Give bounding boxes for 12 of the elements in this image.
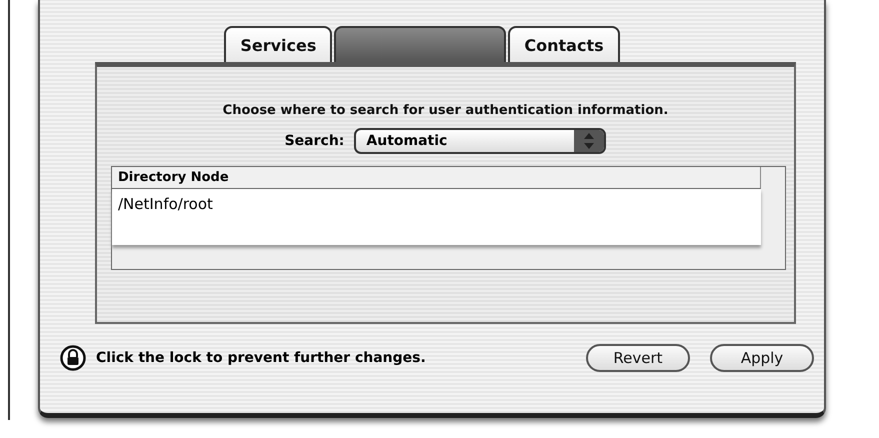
action-button[interactable]: Apply	[710, 344, 814, 372]
action-button[interactable]: Revert	[586, 344, 690, 372]
column-header[interactable]: Directory Node	[112, 167, 761, 189]
search-popup[interactable]: Automatic	[354, 128, 606, 154]
popup-arrows-icon	[574, 130, 604, 152]
instruction-text: Choose where to search for user authentication information.	[222, 103, 668, 118]
tab[interactable]: Services	[224, 26, 332, 62]
tab[interactable]: Contacts	[508, 26, 620, 62]
lock-text: Click the lock to prevent further changes.	[96, 350, 427, 366]
search-label: Search:	[284, 133, 344, 149]
tab[interactable]	[334, 26, 506, 62]
lock-icon[interactable]	[60, 345, 86, 371]
